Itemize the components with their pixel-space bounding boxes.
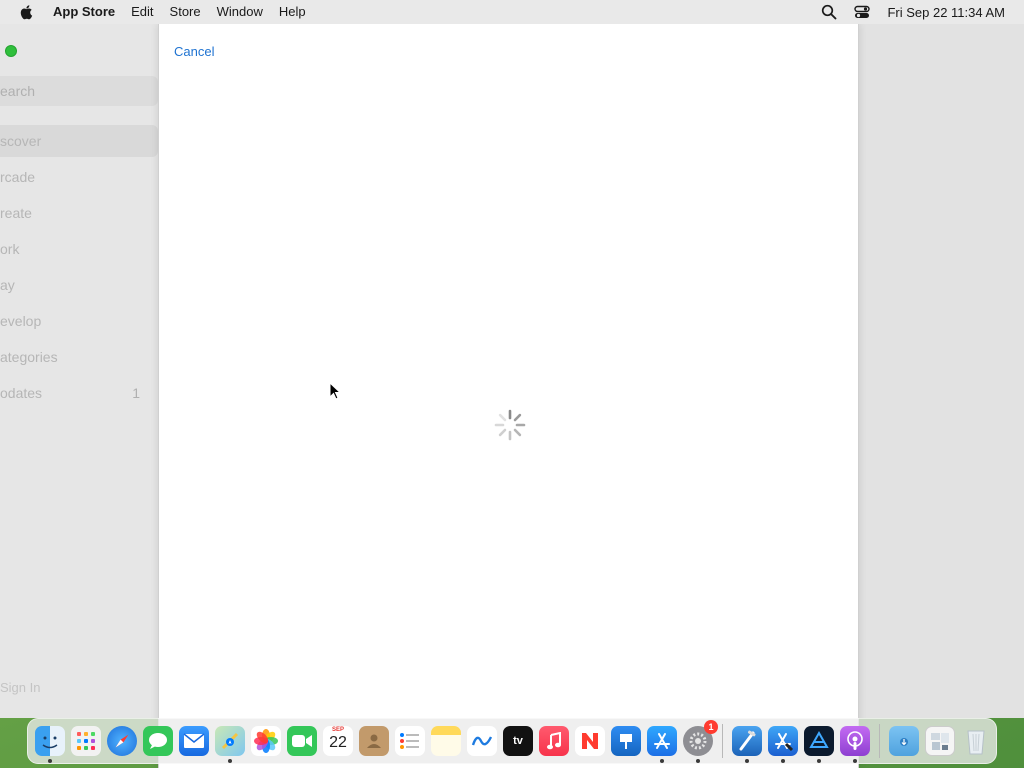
mail-icon[interactable] [179,726,209,756]
mouse-cursor-icon [329,382,341,400]
downloads-folder-icon[interactable] [889,726,919,756]
sidebar-item-label: scover [0,133,42,149]
keynote-icon[interactable] [611,726,641,756]
sidebar-item-work[interactable]: ork [0,233,150,265]
calendar-month: SEP [331,727,344,733]
sidebar-item-label: odates [0,385,43,401]
app-store-icon[interactable] [647,726,677,763]
sign-in-sheet: Cancel [158,24,859,768]
menu-help[interactable]: Help [271,0,314,24]
control-center-icon[interactable] [854,4,871,20]
freeform-icon[interactable] [467,726,497,756]
apple-tv-icon[interactable]: tv [503,726,533,756]
sidebar-item-updates[interactable]: odates 1 [0,377,150,409]
sidebar-item-label: evelop [0,313,42,329]
xcode-instruments-icon[interactable] [768,726,798,763]
xcode-icon[interactable] [732,726,762,763]
sidebar-item-play[interactable]: ay [0,269,150,301]
system-settings-icon[interactable]: 1 [683,720,718,763]
calendar-day: 22 [329,734,347,751]
menu-edit[interactable]: Edit [123,0,161,24]
facetime-icon[interactable] [287,726,317,756]
sidebar-item-create[interactable]: reate [0,197,150,229]
sidebar-item-label: ork [0,241,20,257]
reminders-icon[interactable] [395,726,425,756]
menu-clock[interactable]: Fri Sep 22 11:34 AM [887,5,1024,20]
launchpad-icon[interactable] [71,726,101,756]
sidebar-item-label: rcade [0,169,36,185]
sidebar-item-categories[interactable]: ategories [0,341,150,373]
sign-in-link[interactable]: Sign In [0,680,40,695]
podcasts-icon[interactable] [840,726,870,763]
sidebar: earch scover rcade reate ork ay evelop a… [0,24,158,718]
updates-count-badge: 1 [132,385,140,401]
music-icon[interactable] [539,726,569,756]
loading-spinner-icon [494,409,526,441]
tv-label: tv [513,735,523,747]
contacts-icon[interactable] [359,726,389,756]
dock: SEP 22 tv 1 [27,718,997,764]
notes-icon[interactable] [431,726,461,756]
calendar-icon[interactable]: SEP 22 [323,726,353,756]
menu-bar: App Store Edit Store Window Help Fri Sep… [0,0,1024,24]
documents-stack-icon[interactable] [925,726,955,756]
trash-icon[interactable] [961,726,991,756]
messages-icon[interactable] [143,726,173,756]
sidebar-item-arcade[interactable]: rcade [0,161,150,193]
settings-notification-badge: 1 [704,720,718,734]
sidebar-item-develop[interactable]: evelop [0,305,150,337]
window-zoom-button[interactable] [5,45,17,57]
spotlight-search-icon[interactable] [821,4,837,20]
finder-icon[interactable] [35,726,65,763]
sidebar-search-field[interactable]: earch [0,76,158,106]
codeshot-icon[interactable] [804,726,834,763]
cancel-button[interactable]: Cancel [174,44,214,59]
menu-store[interactable]: Store [162,0,209,24]
safari-icon[interactable] [107,726,137,756]
dock-separator [879,724,880,758]
menu-app-name[interactable]: App Store [53,0,123,24]
maps-icon[interactable] [215,726,245,763]
dock-separator [722,724,723,758]
sidebar-item-label: reate [0,205,32,221]
photos-icon[interactable] [251,726,281,756]
sidebar-item-label: ategories [0,349,58,365]
menu-extras: Fri Sep 22 11:34 AM [821,0,1024,24]
news-icon[interactable] [575,726,605,756]
menu-window[interactable]: Window [209,0,271,24]
sidebar-item-discover[interactable]: scover [0,125,158,157]
apple-logo-icon[interactable] [19,4,35,20]
sidebar-item-label: ay [0,277,15,293]
